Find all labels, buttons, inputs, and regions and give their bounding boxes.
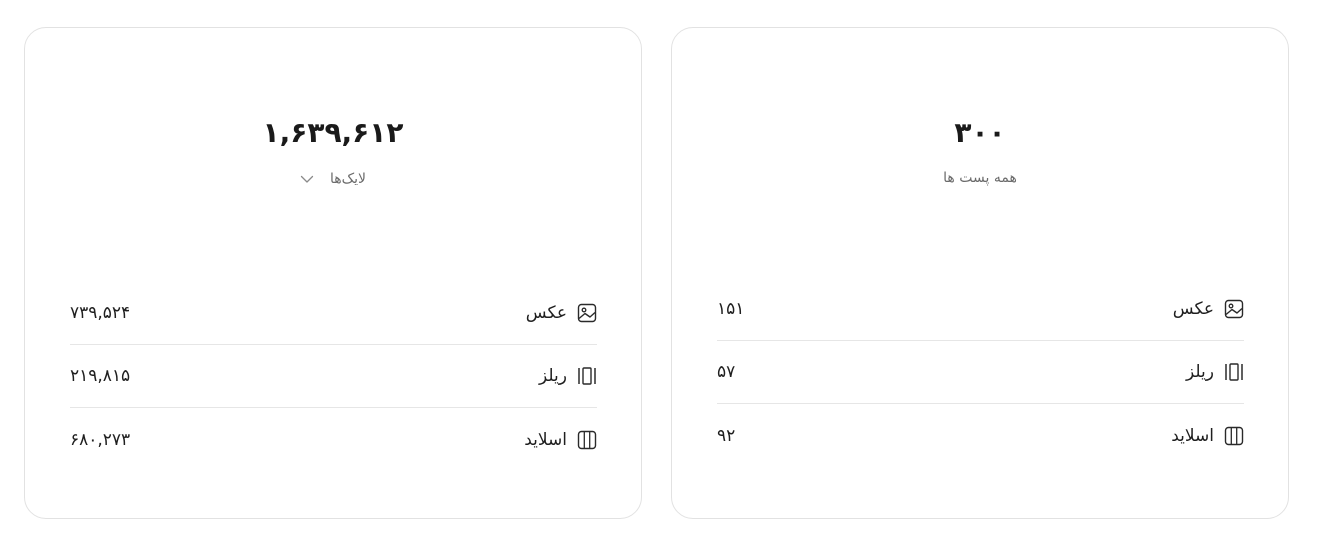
list-item-reels: ۲۱۹,۸۱۵ ریلز — [70, 345, 597, 408]
likes-breakdown-list: ۷۳۹,۵۲۴ عکس ۲۱۹,۸۱۵ ریلز ۶۸۰,۲۷۳ اسلاید — [70, 282, 597, 471]
posts-card: ۳۰۰ همه پست ها ۱۵۱ عکس ۵۷ ریلز ۹۲ اسلاید — [671, 27, 1289, 519]
posts-total-label: همه پست ها — [943, 170, 1017, 186]
slides-label: اسلاید — [524, 429, 567, 450]
reels-label: ریلز — [539, 366, 567, 386]
slides-label: اسلاید — [1171, 425, 1214, 446]
list-item-slides: ۶۸۰,۲۷۳ اسلاید — [70, 408, 597, 471]
photo-label: عکس — [525, 303, 567, 323]
slides-posts-value: ۹۲ — [717, 425, 736, 446]
reels-icon — [1224, 362, 1244, 382]
reels-label: ریلز — [1186, 362, 1214, 382]
photo-likes-value: ۷۳۹,۵۲۴ — [70, 303, 131, 323]
reels-icon — [577, 366, 597, 386]
likes-total: ۱,۶۳۹,۶۱۲ — [262, 116, 404, 149]
list-item-reels: ۵۷ ریلز — [717, 341, 1244, 404]
list-item-photo: ۷۳۹,۵۲۴ عکس — [70, 282, 597, 345]
slides-icon — [1224, 426, 1244, 446]
slides-icon — [577, 430, 597, 450]
posts-total: ۳۰۰ — [954, 116, 1006, 149]
reels-likes-value: ۲۱۹,۸۱۵ — [70, 366, 131, 386]
likes-card: ۱,۶۳۹,۶۱۲ لایک‌ها ۷۳۹,۵۲۴ عکس ۲۱۹,۸۱۵ ری… — [24, 27, 642, 519]
reels-posts-value: ۵۷ — [717, 362, 736, 382]
likes-metric-dropdown[interactable]: لایک‌ها — [25, 171, 641, 187]
photo-posts-value: ۱۵۱ — [717, 299, 745, 319]
image-icon — [577, 303, 597, 323]
photo-label: عکس — [1172, 299, 1214, 319]
slides-likes-value: ۶۸۰,۲۷۳ — [70, 429, 131, 450]
chevron-down-icon — [300, 174, 314, 184]
likes-metric-label: لایک‌ها — [329, 171, 367, 187]
list-item-photo: ۱۵۱ عکس — [717, 278, 1244, 341]
list-item-slides: ۹۲ اسلاید — [717, 404, 1244, 467]
posts-breakdown-list: ۱۵۱ عکس ۵۷ ریلز ۹۲ اسلاید — [717, 278, 1244, 467]
image-icon — [1224, 299, 1244, 319]
